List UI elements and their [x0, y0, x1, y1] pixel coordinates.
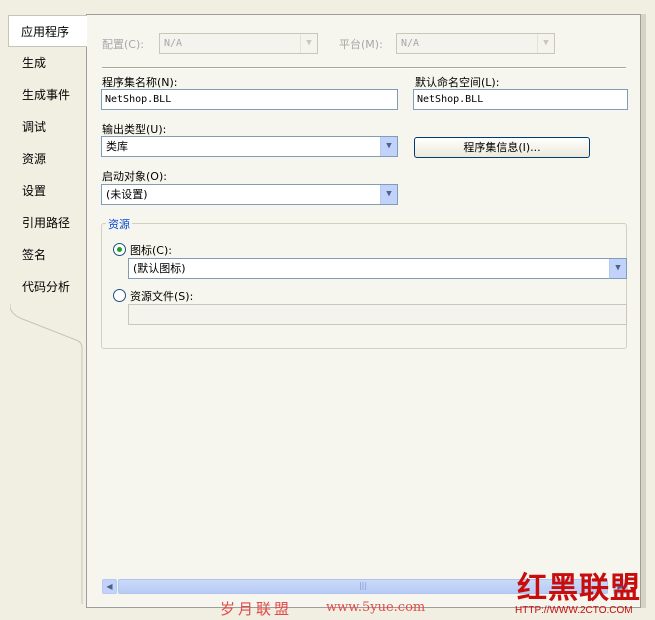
tab-application[interactable]: 应用程序 [8, 15, 87, 47]
output-type-label: 输出类型(U): [102, 123, 167, 136]
resource-file-radio[interactable] [113, 289, 126, 302]
resource-file-input [128, 304, 627, 325]
config-value: N/A [164, 38, 183, 49]
tab-settings[interactable]: 设置 [10, 175, 83, 207]
radio-selected-dot [117, 247, 122, 252]
config-label: 配置(C): [102, 38, 144, 51]
scroll-left-button[interactable]: ◀ [102, 579, 117, 594]
tab-signing[interactable]: 签名 [10, 239, 83, 271]
resource-file-option-label: 资源文件(S): [130, 290, 194, 303]
chevron-down-icon[interactable]: ▼ [380, 137, 397, 156]
platform-label: 平台(M): [339, 38, 383, 51]
resources-group-title: 资源 [106, 216, 132, 232]
startup-object-value: (未设置) [106, 188, 148, 201]
separator [102, 67, 626, 69]
default-namespace-label: 默认命名空间(L): [415, 76, 500, 89]
tab-strip-bottom [10, 304, 83, 604]
tab-debug[interactable]: 调试 [10, 111, 83, 143]
chevron-down-icon: ▼ [537, 34, 554, 53]
icon-option-label: 图标(C): [130, 244, 172, 257]
assembly-name-input[interactable]: NetShop.BLL [101, 89, 398, 110]
tab-build[interactable]: 生成 [10, 47, 83, 79]
chevron-down-icon[interactable]: ▼ [609, 259, 626, 278]
default-namespace-input[interactable]: NetShop.BLL [413, 89, 628, 110]
output-type-select[interactable]: 类库 ▼ [101, 136, 398, 157]
watermark-logo-url: HTTP://WWW.2CTO.COM [515, 605, 633, 616]
tab-resources[interactable]: 资源 [10, 143, 83, 175]
resources-group [101, 223, 627, 349]
assembly-info-button[interactable]: 程序集信息(I)... [414, 137, 590, 158]
watermark-text: 岁月联盟 [220, 600, 293, 618]
platform-value: N/A [401, 38, 420, 49]
tab-reference-paths[interactable]: 引用路径 [10, 207, 83, 239]
tab-strip: 应用程序 生成 生成事件 调试 资源 设置 引用路径 签名 代码分析 [0, 0, 87, 620]
chevron-down-icon[interactable]: ▼ [380, 185, 397, 204]
panel-edge [641, 14, 646, 608]
tab-code-analysis[interactable]: 代码分析 [10, 271, 83, 303]
tab-build-events[interactable]: 生成事件 [10, 79, 83, 111]
icon-select[interactable]: (默认图标) ▼ [128, 258, 627, 279]
startup-object-select[interactable]: (未设置) ▼ [101, 184, 398, 205]
icon-radio[interactable] [113, 243, 126, 256]
project-properties-window: 应用程序 生成 生成事件 调试 资源 设置 引用路径 签名 代码分析 配置(C)… [0, 0, 655, 620]
startup-object-label: 启动对象(O): [102, 170, 167, 183]
watermark-url: www.5yue.com [326, 600, 426, 615]
platform-combo: N/A ▼ [396, 33, 555, 54]
output-type-value: 类库 [106, 140, 128, 153]
assembly-name-label: 程序集名称(N): [102, 76, 178, 89]
watermark-logo: 红黑联盟 [517, 571, 641, 606]
chevron-down-icon: ▼ [300, 34, 317, 53]
icon-select-value: (默认图标) [133, 262, 186, 275]
config-combo: N/A ▼ [159, 33, 318, 54]
